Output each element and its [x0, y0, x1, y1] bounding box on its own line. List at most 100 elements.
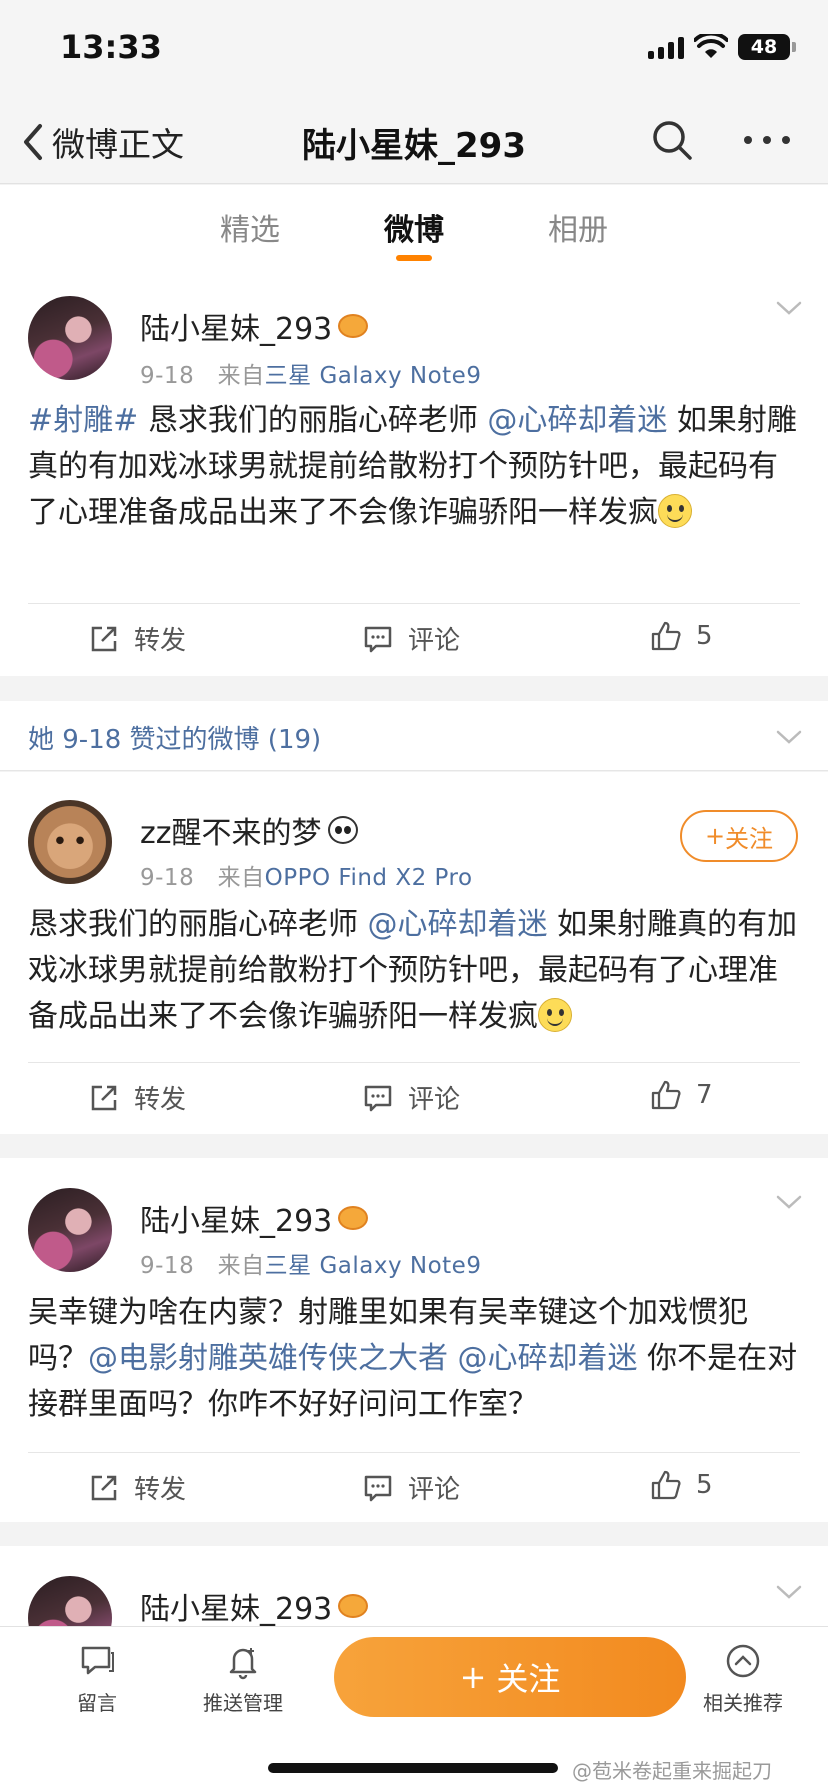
liked-posts-title: 她 9-18 赞过的微博 (19)	[28, 725, 322, 755]
chevron-down-icon[interactable]	[776, 300, 802, 316]
post-card: 陆小星妹_293 9-18 来自三星 Galaxy Note9 #射雕# 恳求我…	[0, 274, 828, 676]
share-icon	[91, 626, 117, 651]
tab-featured[interactable]: 精选	[220, 205, 280, 249]
comment-icon	[364, 626, 392, 652]
username: 陆小星妹_293	[140, 312, 333, 347]
share-icon	[91, 1085, 117, 1110]
follow-button[interactable]: + 关注	[680, 810, 798, 862]
home-indicator[interactable]	[268, 1763, 558, 1773]
post-card: zz醒不来的梦 9-18 来自OPPO Find X2 Pro + 关注 恳求我们…	[0, 772, 828, 1134]
smile-emoji-icon	[538, 998, 572, 1032]
push-settings-label: 推送管理	[203, 1691, 283, 1715]
profile-tabs: 精选 微博 相册	[0, 185, 828, 274]
post-actions: 转发 评论 5	[0, 604, 828, 674]
liked-posts-header[interactable]: 她 9-18 赞过的微博 (19)	[0, 701, 828, 771]
post-meta: 9-18 来自OPPO Find X2 Pro	[140, 858, 473, 892]
username: 陆小星妹_293	[140, 1204, 333, 1239]
comment-button[interactable]: 评论	[362, 1079, 460, 1116]
bell-icon	[229, 1648, 257, 1680]
more-icon[interactable]	[744, 136, 790, 146]
chevron-down-icon[interactable]	[776, 1194, 802, 1210]
post-source[interactable]: 三星 Galaxy Note9	[265, 363, 482, 389]
post-from: 来自	[217, 363, 265, 389]
chevron-down-icon[interactable]	[776, 1584, 802, 1600]
hashtag-link[interactable]: #射雕#	[28, 403, 138, 438]
battery-icon: 48	[738, 34, 796, 60]
post-text-segment: 恳求我们的丽脂心碎老师	[138, 403, 488, 438]
post-actions: 转发 评论 5	[0, 1453, 828, 1523]
chevron-up-circle-icon	[726, 1644, 760, 1678]
repost-button[interactable]: 转发	[88, 620, 186, 657]
status-time: 13:33	[60, 28, 162, 66]
message-icon	[81, 1646, 114, 1675]
repost-button[interactable]: 转发	[88, 1469, 186, 1506]
panda-badge-icon	[327, 816, 358, 844]
post-from: 来自	[217, 865, 265, 891]
post-source[interactable]: 三星 Galaxy Note9	[265, 1253, 482, 1279]
push-settings-button[interactable]: 推送管理	[188, 1641, 298, 1716]
status-icons: 48	[648, 34, 796, 60]
comment-button[interactable]: 评论	[362, 1469, 460, 1506]
avatar[interactable]	[28, 296, 112, 380]
share-icon	[91, 1475, 117, 1500]
post-text: 吴幸键为啥在内蒙？射雕里如果有吴幸键这个加戏惯犯 吗？@电影射雕英雄传侠之大者 …	[28, 1290, 800, 1428]
comment-label: 评论	[408, 1475, 461, 1505]
mention-link[interactable]: @心碎却着迷	[368, 907, 548, 942]
post-text: #射雕# 恳求我们的丽脂心碎老师 @心碎却着迷 如果射雕真的有加戏冰球男就提前给…	[28, 398, 800, 536]
mention-link[interactable]: @电影射雕英雄传侠之大者	[88, 1341, 448, 1376]
status-bar: 13:33 48	[0, 0, 828, 100]
wifi-icon	[694, 34, 728, 58]
mention-link[interactable]: @心碎却着迷	[458, 1341, 638, 1376]
signal-icon	[648, 35, 684, 59]
post-date: 9-18	[140, 1253, 195, 1279]
vip-badge-icon	[338, 314, 369, 338]
username: zz醒不来的梦	[140, 816, 322, 851]
mention-link[interactable]: @心碎却着迷	[487, 403, 667, 438]
tab-album[interactable]: 相册	[548, 205, 608, 249]
avatar[interactable]	[28, 1188, 112, 1272]
repost-label: 转发	[134, 1085, 187, 1115]
related-label: 相关推荐	[703, 1691, 783, 1715]
vip-badge-icon	[338, 1594, 369, 1618]
follow-label: 关注	[725, 824, 774, 853]
message-button[interactable]: 留言	[42, 1641, 152, 1716]
post-user[interactable]: zz醒不来的梦	[140, 808, 358, 852]
comment-button[interactable]: 评论	[362, 620, 460, 657]
repost-label: 转发	[134, 1475, 187, 1505]
post-date: 9-18	[140, 363, 195, 389]
search-icon[interactable]	[650, 118, 694, 162]
follow-main-button[interactable]: + 关注	[334, 1637, 686, 1717]
nav-bar: 微博正文 陆小星妹_293	[0, 100, 828, 184]
post-text-segment: 恳求我们的丽脂心碎老师	[28, 907, 368, 942]
post-card: 陆小星妹_293	[0, 1546, 828, 1626]
post-source[interactable]: OPPO Find X2 Pro	[265, 865, 473, 891]
comment-label: 评论	[408, 626, 461, 656]
post-user[interactable]: 陆小星妹_293	[140, 304, 369, 348]
message-label: 留言	[77, 1691, 117, 1715]
post-actions: 转发 评论 7	[0, 1063, 828, 1133]
comment-icon	[364, 1475, 392, 1501]
like-button[interactable]: 5	[650, 1469, 713, 1501]
post-text: 恳求我们的丽脂心碎老师 @心碎却着迷 如果射雕真的有加戏冰球男就提前给散粉打个预…	[28, 902, 800, 1040]
related-button[interactable]: 相关推荐	[688, 1641, 798, 1716]
like-button[interactable]: 7	[650, 1079, 713, 1111]
like-count: 5	[696, 1470, 713, 1500]
plus-icon: +	[459, 1658, 487, 1696]
tab-weibo[interactable]: 微博	[384, 205, 444, 249]
post-user[interactable]: 陆小星妹_293	[140, 1584, 369, 1626]
thumbs-up-icon	[651, 621, 681, 651]
like-button[interactable]: 5	[650, 620, 713, 652]
avatar[interactable]	[28, 800, 112, 884]
thumbs-up-icon	[651, 1470, 681, 1500]
post-meta: 9-18 来自三星 Galaxy Note9	[140, 1246, 481, 1280]
smile-emoji-icon	[658, 494, 692, 528]
avatar[interactable]	[28, 1576, 112, 1626]
active-tab-indicator	[396, 255, 432, 261]
page-title: 陆小星妹_293	[302, 126, 526, 166]
vip-badge-icon	[338, 1206, 369, 1230]
post-card: 陆小星妹_293 9-18 来自三星 Galaxy Note9 吴幸键为啥在内蒙…	[0, 1158, 828, 1522]
post-user[interactable]: 陆小星妹_293	[140, 1196, 369, 1240]
chevron-down-icon[interactable]	[776, 729, 802, 745]
username: 陆小星妹_293	[140, 1592, 333, 1626]
repost-button[interactable]: 转发	[88, 1079, 186, 1116]
